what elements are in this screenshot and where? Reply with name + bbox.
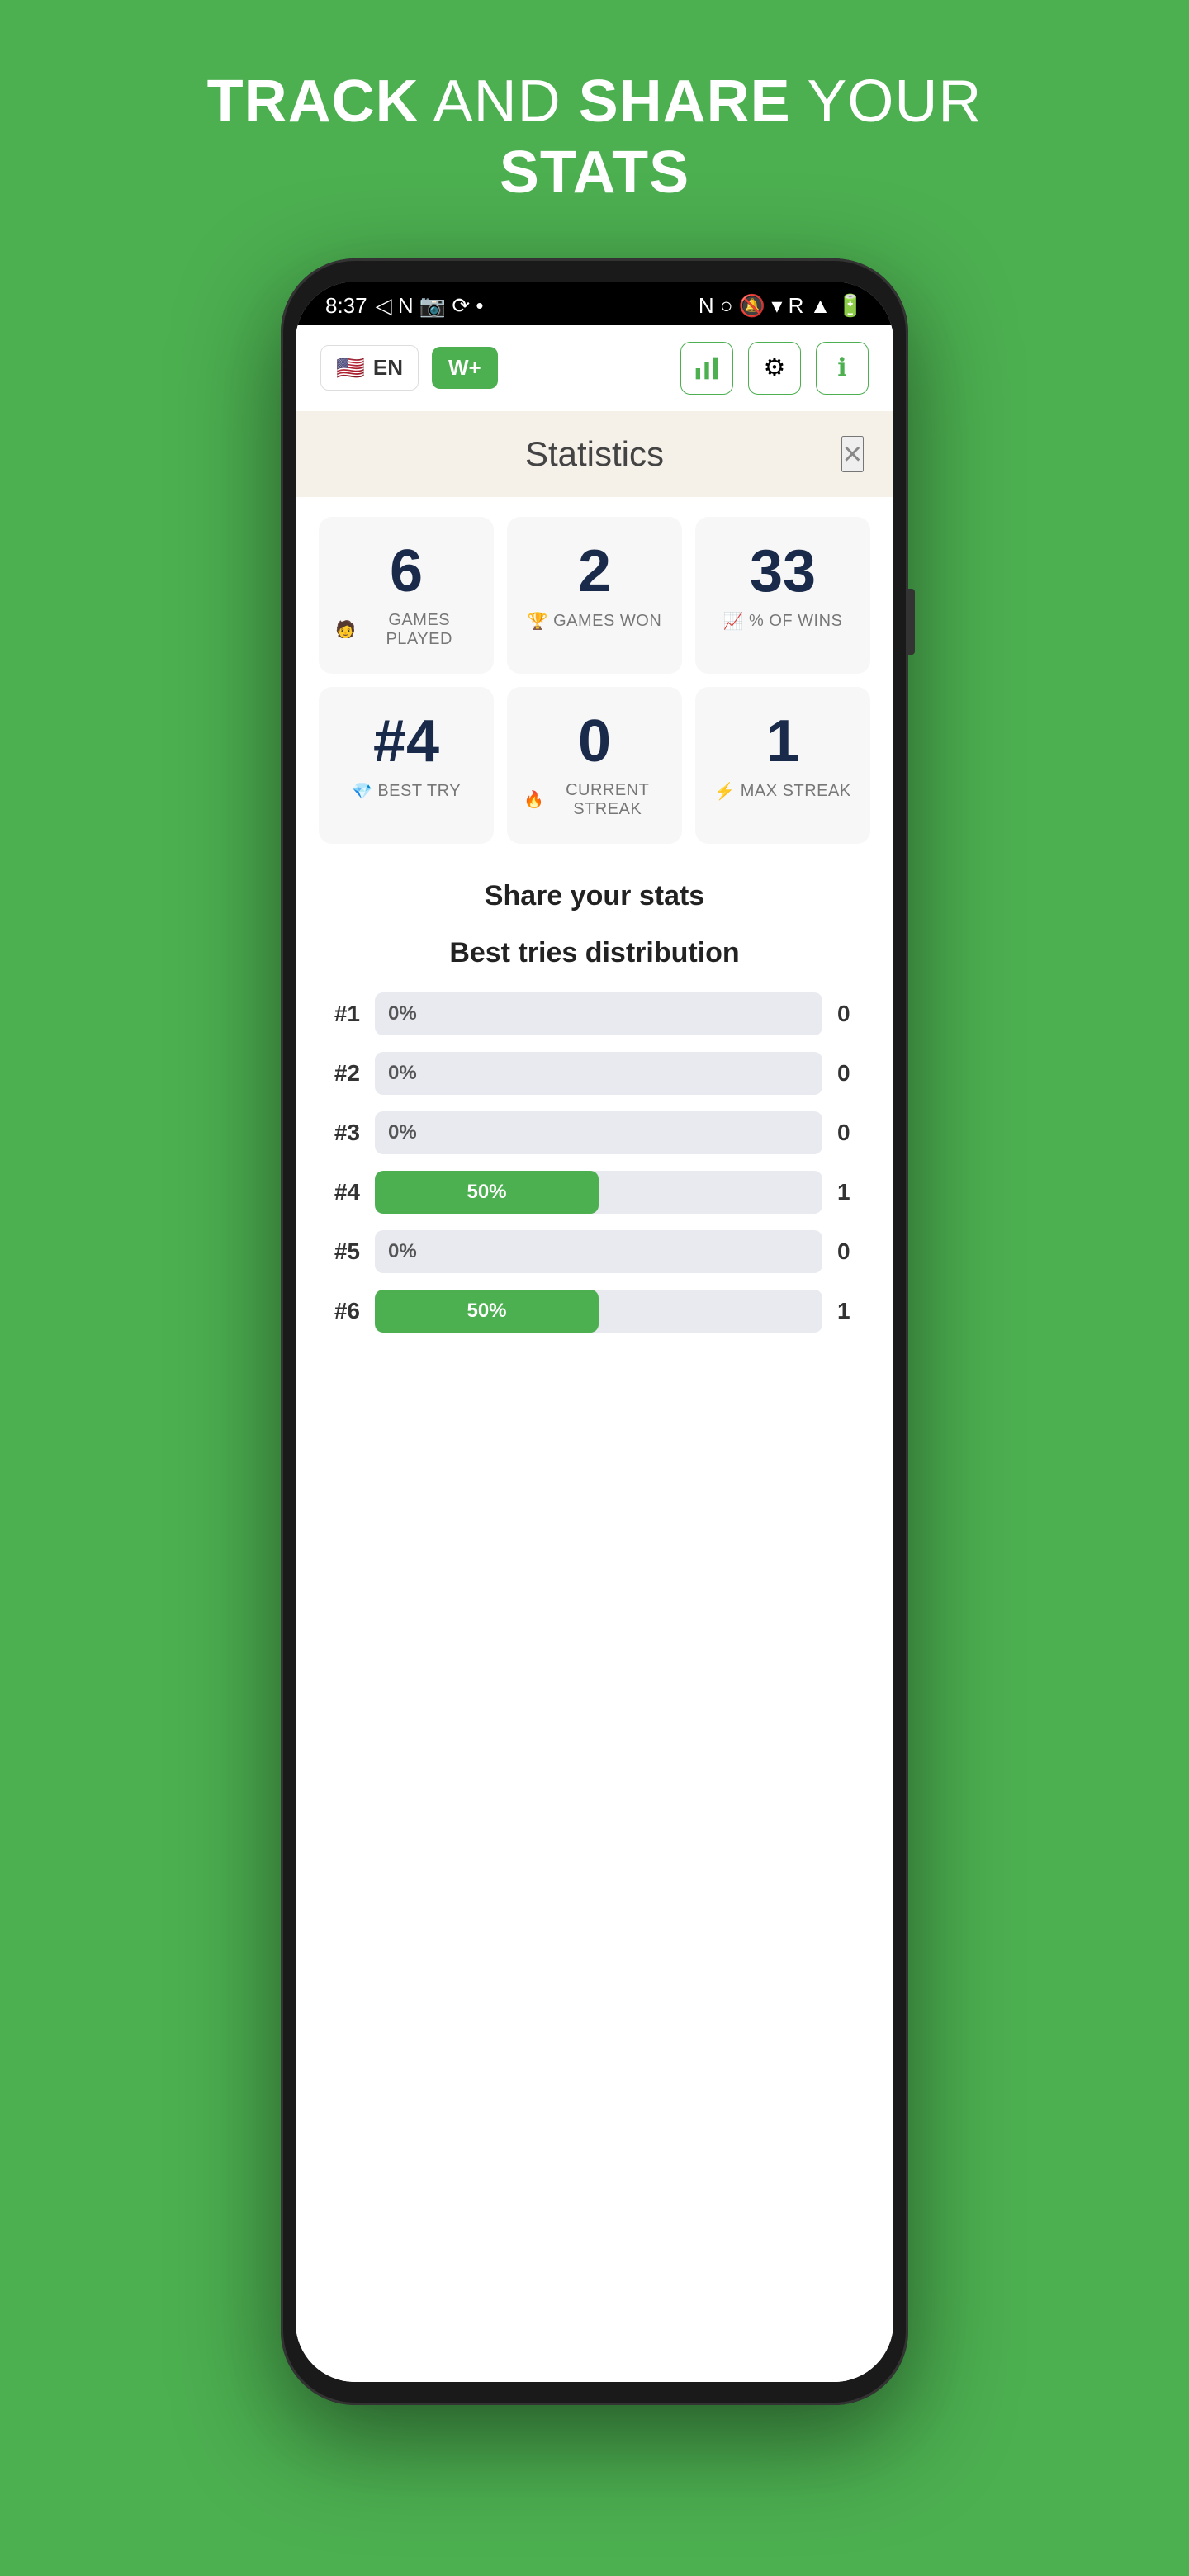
- top-nav: 🇺🇸 EN W+ ⚙: [296, 325, 893, 411]
- dist-label-6: #6: [319, 1298, 360, 1324]
- best-try-value: #4: [373, 712, 439, 771]
- dist-label-2: #2: [319, 1060, 360, 1087]
- dist-label-1: #1: [319, 1001, 360, 1027]
- app-content: 🇺🇸 EN W+ ⚙: [296, 325, 893, 2382]
- nav-left: 🇺🇸 EN W+: [320, 345, 498, 391]
- win-percent-card: 33 📈 % OF WINS: [695, 517, 870, 674]
- dist-bar-text-1: 0%: [388, 1002, 417, 1025]
- lightning-icon: ⚡: [714, 781, 735, 802]
- current-streak-card: 0 🔥 CURRENT STREAK: [507, 687, 682, 844]
- distribution-title: Best tries distribution: [319, 937, 870, 969]
- dist-count-4: 1: [837, 1179, 870, 1205]
- dist-count-6: 1: [837, 1298, 870, 1324]
- dist-bar-bg-4: 50%: [375, 1171, 822, 1214]
- dist-row-1: #1 0% 0: [319, 992, 870, 1035]
- dist-label-3: #3: [319, 1120, 360, 1146]
- trophy-icon: 🏆: [528, 611, 548, 632]
- dist-bar-text-6: 50%: [467, 1300, 506, 1323]
- dist-bar-bg-1: 0%: [375, 992, 822, 1035]
- phone-screen: 8:37 ◁ N 📷 ⟳ • N ○ 🔕 ▾ R ▲ 🔋 🇺🇸 EN W+: [296, 282, 893, 2382]
- dist-row-2: #2 0% 0: [319, 1052, 870, 1095]
- best-try-card: #4 💎 BEST TRY: [319, 687, 494, 844]
- phone-device: 8:37 ◁ N 📷 ⟳ • N ○ 🔕 ▾ R ▲ 🔋 🇺🇸 EN W+: [281, 258, 908, 2405]
- dist-bar-text-2: 0%: [388, 1062, 417, 1085]
- max-streak-card: 1 ⚡ MAX STREAK: [695, 687, 870, 844]
- dist-bar-text-3: 0%: [388, 1121, 417, 1144]
- diamond-icon: 💎: [352, 781, 372, 802]
- dist-count-3: 0: [837, 1120, 870, 1146]
- dist-count-1: 0: [837, 1001, 870, 1027]
- games-won-label: 🏆 GAMES WON: [528, 611, 662, 632]
- stats-header: Statistics ×: [296, 411, 893, 497]
- status-time: 8:37: [325, 293, 367, 319]
- language-button[interactable]: 🇺🇸 EN: [320, 345, 419, 391]
- person-icon: 🧑: [335, 619, 356, 640]
- dist-bar-fill-4: 50%: [375, 1171, 599, 1214]
- info-button[interactable]: ℹ: [816, 342, 869, 395]
- status-icons-left: ◁ N 📷 ⟳ •: [376, 293, 484, 319]
- best-try-label: 💎 BEST TRY: [352, 781, 461, 802]
- win-percent-label: 📈 % OF WINS: [723, 611, 843, 632]
- statistics-title: Statistics: [525, 434, 664, 474]
- dist-label-4: #4: [319, 1179, 360, 1205]
- distribution-section: Best tries distribution #1 0% 0 #2: [296, 929, 893, 1382]
- gear-icon: ⚙: [764, 353, 786, 382]
- dist-row-6: #6 50% 1: [319, 1290, 870, 1333]
- status-right: N ○ 🔕 ▾ R ▲ 🔋: [699, 293, 864, 319]
- current-streak-label: 🔥 CURRENT STREAK: [523, 781, 666, 819]
- hero-heading: TRACK AND SHARE YOURSTATS: [207, 66, 983, 209]
- chart-button[interactable]: [680, 342, 733, 395]
- dist-count-5: 0: [837, 1238, 870, 1265]
- games-won-value: 2: [578, 542, 611, 601]
- status-left: 8:37 ◁ N 📷 ⟳ •: [325, 293, 484, 319]
- dist-row-4: #4 50% 1: [319, 1171, 870, 1214]
- dist-bar-bg-5: 0%: [375, 1230, 822, 1273]
- info-icon: ℹ: [837, 353, 846, 382]
- w-plus-button[interactable]: W+: [432, 347, 498, 389]
- side-button: [908, 589, 915, 655]
- max-streak-label: ⚡ MAX STREAK: [714, 781, 850, 802]
- dist-bar-fill-1: 0%: [375, 992, 822, 1035]
- fire-icon: 🔥: [523, 789, 544, 810]
- close-button[interactable]: ×: [841, 436, 864, 472]
- dist-bar-fill-5: 0%: [375, 1230, 822, 1273]
- dist-bar-bg-3: 0%: [375, 1111, 822, 1154]
- current-streak-value: 0: [578, 712, 611, 771]
- max-streak-value: 1: [766, 712, 799, 771]
- dist-row-3: #3 0% 0: [319, 1111, 870, 1154]
- dist-bar-fill-2: 0%: [375, 1052, 822, 1095]
- flag-icon: 🇺🇸: [336, 354, 365, 381]
- nav-right: ⚙ ℹ: [680, 342, 869, 395]
- games-played-value: 6: [390, 542, 423, 601]
- status-icons-right: N ○ 🔕 ▾ R ▲ 🔋: [699, 293, 864, 319]
- games-played-label: 🧑 GAMES PLAYED: [335, 611, 477, 649]
- dist-bar-bg-2: 0%: [375, 1052, 822, 1095]
- dist-bar-text-4: 50%: [467, 1181, 506, 1204]
- share-stats-button[interactable]: Share your stats: [296, 864, 893, 929]
- dist-bar-fill-6: 50%: [375, 1290, 599, 1333]
- stats-grid: 6 🧑 GAMES PLAYED 2 🏆 GAMES WON 33: [296, 497, 893, 864]
- chart-up-icon: 📈: [723, 611, 744, 632]
- games-played-card: 6 🧑 GAMES PLAYED: [319, 517, 494, 674]
- lang-label: EN: [373, 355, 403, 381]
- win-percent-value: 33: [750, 542, 816, 601]
- dist-label-5: #5: [319, 1238, 360, 1265]
- games-won-card: 2 🏆 GAMES WON: [507, 517, 682, 674]
- settings-button[interactable]: ⚙: [748, 342, 801, 395]
- dist-row-5: #5 0% 0: [319, 1230, 870, 1273]
- dist-bar-text-5: 0%: [388, 1240, 417, 1263]
- statistics-modal: Statistics × 6 🧑 GAMES PLAYED 2 🏆: [296, 411, 893, 2382]
- phone-notch: [561, 282, 628, 305]
- dist-bar-fill-3: 0%: [375, 1111, 822, 1154]
- dist-count-2: 0: [837, 1060, 870, 1087]
- dist-bar-bg-6: 50%: [375, 1290, 822, 1333]
